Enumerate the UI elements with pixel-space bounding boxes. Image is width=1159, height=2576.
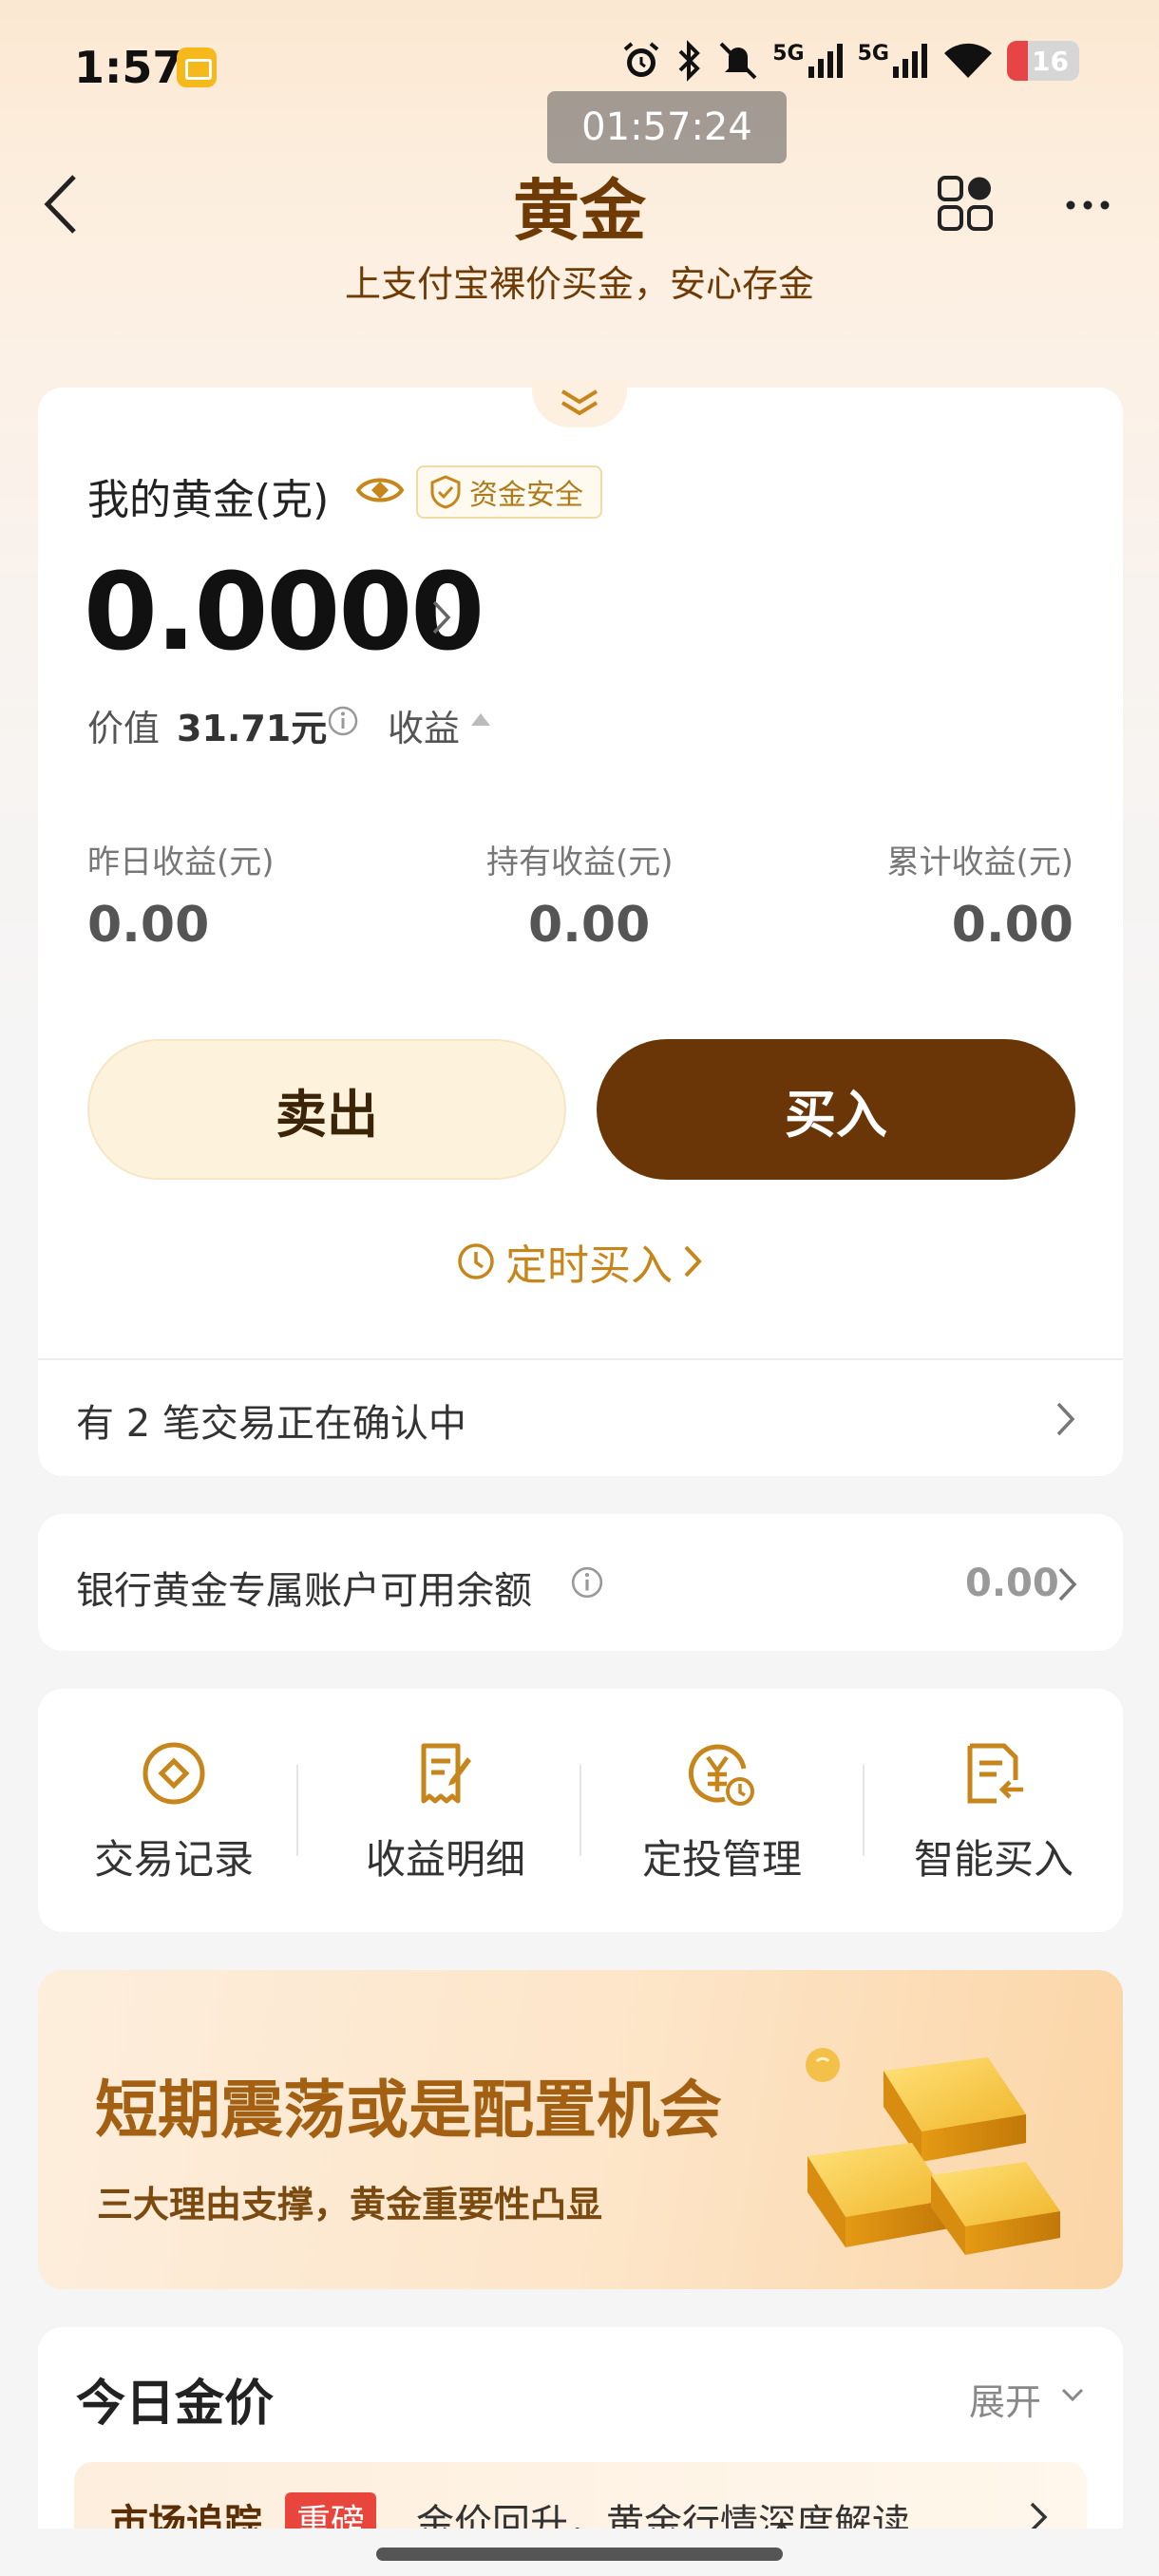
smart-buy-icon <box>967 1743 1023 1804</box>
my-gold-label: 我的黄金(克) <box>87 476 330 524</box>
mail-notification-icon <box>177 47 217 87</box>
collapse-chevron-icon[interactable] <box>532 380 627 431</box>
holding-earnings-label: 持有收益(元) <box>486 843 674 881</box>
timed-buy-link[interactable]: 定时买入 <box>0 1231 1159 1292</box>
pending-transactions-text[interactable]: 有 2 笔交易正在确认中 <box>76 1392 466 1448</box>
caret-up-icon[interactable] <box>469 710 492 728</box>
timed-buy-label: 定时买入 <box>505 1241 673 1290</box>
mute-icon <box>719 42 757 80</box>
total-earnings-label: 累计收益(元) <box>886 843 1074 881</box>
auto-invest-icon <box>688 1744 754 1806</box>
fund-safety-label: 资金安全 <box>469 479 583 512</box>
shortcut-label: 智能买入 <box>913 1836 1074 1883</box>
bank-account-label: 银行黄金专属账户可用余额 <box>76 1569 532 1613</box>
home-indicator[interactable] <box>376 2548 783 2561</box>
bluetooth-icon <box>678 40 701 82</box>
buy-button[interactable]: 买入 <box>597 1039 1075 1180</box>
earnings-detail-icon <box>421 1743 471 1804</box>
signal-1-icon: 5G <box>772 42 844 80</box>
info-icon[interactable] <box>327 705 359 737</box>
gold-amount[interactable]: 0.0000 <box>84 551 484 674</box>
eye-icon[interactable] <box>355 469 405 511</box>
screen-record-timer: 01:57:24 <box>547 91 787 163</box>
expand-toggle[interactable]: 展开 <box>969 2373 1041 2425</box>
shortcut-separator <box>296 1765 298 1856</box>
shortcut-transaction-record[interactable]: 交易记录 <box>38 1689 310 1932</box>
transaction-record-icon <box>142 1742 205 1805</box>
value-amount: 31.71元 <box>177 708 328 749</box>
holding-earnings-value: 0.00 <box>528 897 651 954</box>
status-icons: 5G 5G 16 <box>620 40 1079 82</box>
shortcut-earnings-detail[interactable]: 收益明细 <box>310 1689 581 1932</box>
bank-account-value: 0.00 <box>965 1562 1059 1605</box>
mini-app-grid-icon[interactable] <box>937 175 994 232</box>
page-subtitle: 上支付宝裸价买金，安心存金 <box>344 263 814 305</box>
more-options-icon[interactable] <box>1064 186 1112 224</box>
earnings-toggle-label[interactable]: 收益 <box>388 699 460 751</box>
shortcut-label: 定投管理 <box>641 1836 802 1883</box>
signal-2-label: 5G <box>857 42 889 66</box>
chevron-right-icon <box>684 1245 702 1278</box>
fund-safety-badge[interactable]: 资金安全 <box>416 465 602 519</box>
shortcut-label: 收益明细 <box>365 1836 525 1883</box>
signal-1-label: 5G <box>772 42 805 66</box>
wifi-icon <box>944 43 992 78</box>
shortcut-smart-buy[interactable]: 智能买入 <box>864 1689 1123 1932</box>
card-divider <box>38 1358 1123 1360</box>
status-time: 1:57 <box>74 42 183 93</box>
value-label: 价值 <box>87 708 161 749</box>
battery-icon: 16 <box>1007 41 1079 81</box>
chevron-down-icon[interactable] <box>1060 2386 1085 2403</box>
banner-title: 短期震荡或是配置机会 <box>95 2073 722 2147</box>
alarm-icon <box>623 42 659 77</box>
signal-2-icon: 5G <box>858 42 929 80</box>
yesterday-earnings-value: 0.00 <box>87 897 210 954</box>
battery-level: 16 <box>1032 45 1069 77</box>
amount-chevron-icon[interactable] <box>429 597 454 638</box>
sell-button[interactable]: 卖出 <box>87 1039 566 1180</box>
pending-chevron-icon[interactable] <box>1054 1400 1077 1438</box>
bank-info-icon[interactable] <box>570 1565 604 1600</box>
gold-price-title: 今日金价 <box>76 2376 275 2433</box>
banner-subtitle: 三大理由支撑，黄金重要性凸显 <box>97 2184 603 2226</box>
total-earnings-value: 0.00 <box>951 897 1074 954</box>
yesterday-earnings-label: 昨日收益(元) <box>87 843 275 881</box>
shortcut-label: 交易记录 <box>93 1836 254 1883</box>
clock-icon <box>458 1243 494 1279</box>
shortcut-auto-invest[interactable]: 定投管理 <box>581 1689 863 1932</box>
gold-bars-image <box>806 2048 1060 2255</box>
shield-check-icon <box>430 475 461 509</box>
bank-chevron-icon[interactable] <box>1056 1565 1079 1603</box>
